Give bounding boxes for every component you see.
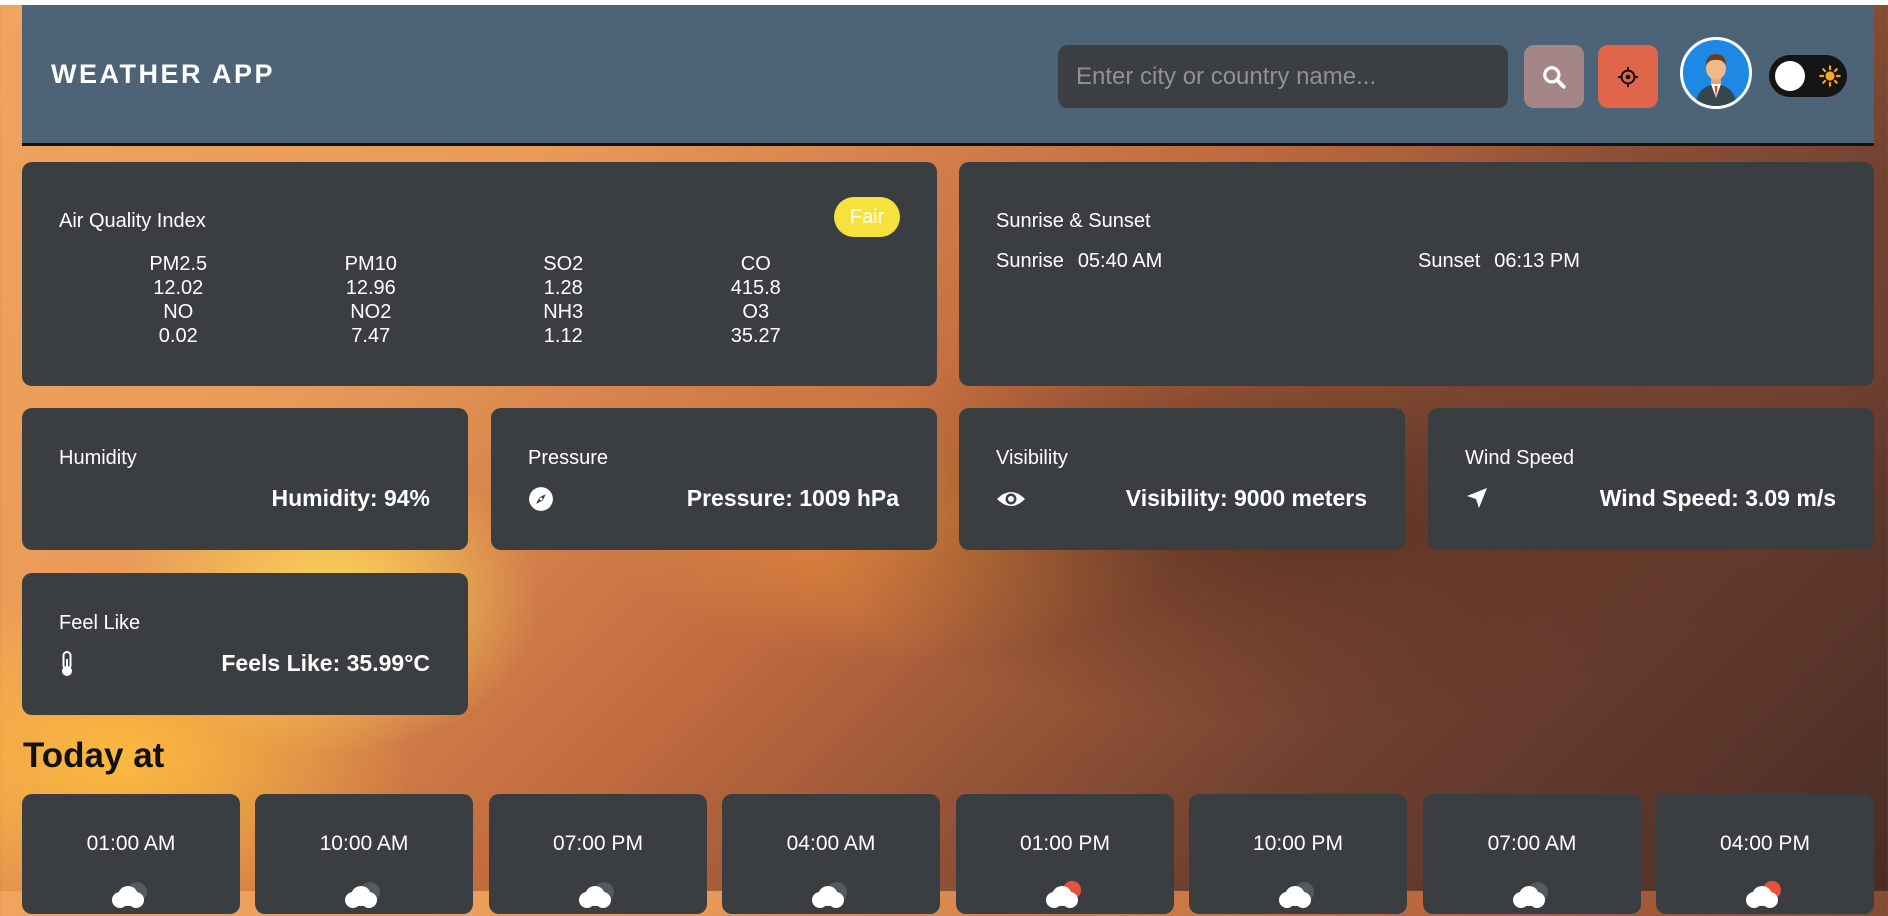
- card-title: Sunrise & Sunset: [996, 210, 1151, 232]
- hourly-time: 04:00 AM: [786, 832, 876, 855]
- app-title: WEATHER APP: [51, 59, 276, 89]
- hourly-card: 07:00 PM: [489, 794, 707, 914]
- pollutant-value: 415.8: [730, 277, 781, 299]
- hourly-time: 07:00 PM: [553, 832, 643, 855]
- sunset-label: Sunset: [1418, 250, 1481, 272]
- pollutant-grid: PM2.5 PM10 SO2 CO 12.02 12.96 1.28 415.8…: [82, 252, 852, 348]
- city-search-input[interactable]: [1058, 45, 1508, 108]
- search-icon: [1543, 65, 1566, 89]
- navigation-arrow-icon: [1467, 488, 1487, 508]
- cloudy-day-icon: [1746, 881, 1781, 908]
- pollutant-value: 12.02: [153, 277, 204, 299]
- eye-icon: [997, 492, 1025, 506]
- hourly-time: 04:00 PM: [1720, 832, 1810, 855]
- sunrise-time: 05:40 AM: [1077, 250, 1163, 272]
- pollutant-value: 12.96: [345, 277, 396, 299]
- cloudy-night-icon: [1279, 882, 1314, 908]
- pollutant-name: NO2: [350, 301, 392, 323]
- sunrise-sunset-card: Sunrise & Sunset Sunrise 05:40 AM Sunset 0…: [959, 162, 1874, 386]
- hourly-time: 01:00 AM: [86, 832, 176, 855]
- pollutant-name: NH3: [543, 301, 584, 323]
- humidity-value: Humidity: 94%: [271, 485, 430, 511]
- user-avatar[interactable]: [1680, 37, 1752, 109]
- today-heading: Today at: [23, 736, 165, 775]
- cloudy-night-icon: [1513, 882, 1548, 908]
- user-avatar-icon: [1695, 54, 1737, 106]
- current-location-button[interactable]: [1598, 45, 1658, 108]
- hourly-time: 07:00 AM: [1487, 832, 1577, 855]
- hourly-time: 10:00 AM: [319, 832, 409, 855]
- pollutant-name: PM10: [344, 253, 397, 275]
- hourly-time: 01:00 PM: [1020, 832, 1110, 855]
- feels-like-card: Feel Like Feels Like: 35.99°C: [22, 573, 468, 715]
- app-header: WEATHER APP: [22, 5, 1874, 146]
- theme-toggle[interactable]: [1769, 55, 1847, 97]
- compass-icon: [529, 487, 553, 511]
- pollutant-name: O3: [742, 301, 770, 323]
- visibility-card: Visibility Visibility: 9000 meters: [959, 408, 1405, 550]
- hourly-card: 04:00 AM: [722, 794, 940, 914]
- cloudy-night-icon: [579, 882, 614, 908]
- wind-speed-card: Wind Speed Wind Speed: 3.09 m/s: [1428, 408, 1874, 550]
- pollutant-value: 1.28: [543, 277, 583, 299]
- cloudy-day-icon: [1046, 881, 1081, 908]
- sunrise-label: Sunrise: [996, 250, 1064, 272]
- pollutant-value: 0.02: [158, 325, 198, 347]
- hourly-card: 10:00 AM: [255, 794, 473, 914]
- hourly-time: 10:00 PM: [1253, 832, 1343, 855]
- hourly-card: 04:00 PM: [1656, 794, 1874, 914]
- feels-like-value: Feels Like: 35.99°C: [221, 650, 430, 676]
- card-title: Humidity: [59, 447, 137, 469]
- thermometer-icon: [62, 651, 72, 676]
- humidity-card: Humidity Humidity: 94%: [22, 408, 468, 550]
- cloudy-night-icon: [812, 882, 847, 908]
- hourly-card: 10:00 PM: [1189, 794, 1407, 914]
- hourly-card: 01:00 AM: [22, 794, 240, 914]
- wind-speed-value: Wind Speed: 3.09 m/s: [1599, 485, 1836, 511]
- pollutant-name: SO2: [543, 253, 584, 275]
- aqi-status-badge: Fair: [834, 197, 900, 237]
- card-title: Feel Like: [59, 612, 141, 634]
- pollutant-name: NO: [163, 301, 194, 323]
- cloudy-night-icon: [345, 882, 380, 908]
- pollutant-name: PM2.5: [149, 253, 208, 275]
- cloudy-night-icon: [112, 882, 147, 908]
- pressure-value: Pressure: 1009 hPa: [686, 485, 899, 511]
- toggle-knob: [1775, 61, 1805, 91]
- air-quality-card: Air Quality Index Fair PM2.5 PM10 SO2 CO…: [22, 162, 937, 386]
- sunrise-row: Sunrise 05:40 AM: [996, 250, 1162, 273]
- sun-icon: [1819, 65, 1841, 87]
- card-title: Air Quality Index: [59, 210, 206, 232]
- sunset-row: Sunset 06:13 PM: [1418, 250, 1580, 273]
- hourly-card: 07:00 AM: [1423, 794, 1641, 914]
- search-button[interactable]: [1524, 45, 1584, 108]
- sunset-time: 06:13 PM: [1494, 250, 1580, 272]
- crosshair-icon: [1617, 66, 1639, 87]
- card-title: Wind Speed: [1465, 447, 1574, 469]
- card-title: Pressure: [528, 447, 609, 469]
- pollutant-value: 35.27: [730, 325, 781, 347]
- card-title: Visibility: [996, 447, 1068, 469]
- pressure-card: Pressure Pressure: 1009 hPa: [491, 408, 937, 550]
- hourly-card: 01:00 PM: [956, 794, 1174, 914]
- pollutant-value: 7.47: [351, 325, 391, 347]
- pollutant-name: CO: [740, 253, 771, 275]
- pollutant-value: 1.12: [543, 325, 583, 347]
- visibility-value: Visibility: 9000 meters: [1125, 485, 1367, 511]
